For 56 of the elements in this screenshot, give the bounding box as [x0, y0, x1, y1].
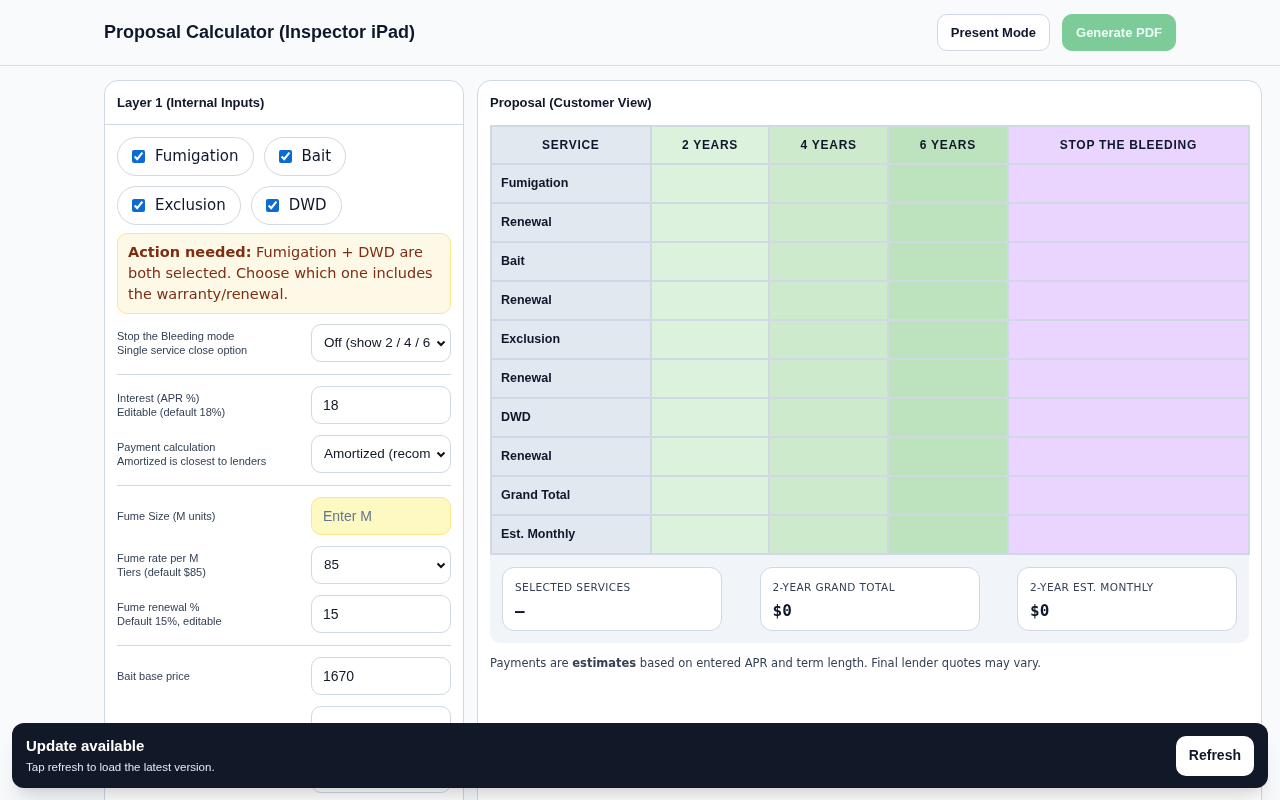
summary-label: 2-YEAR EST. MONTHLY — [1030, 580, 1155, 595]
dropdown[interactable]: 85 — [311, 546, 451, 584]
row-label: Renewal — [491, 359, 651, 398]
dropdown[interactable]: Off (show 2 / 4 / 6 — [311, 324, 451, 362]
panel-title: Layer 1 (Internal Inputs) — [117, 93, 265, 112]
column-header: 4 YEARS — [769, 126, 889, 164]
input-field[interactable]: Enter M — [311, 497, 451, 535]
summary-value: — — [515, 599, 526, 622]
dropdown[interactable]: Amortized (recom — [311, 435, 451, 473]
toast-message: Tap refresh to load the latest version. — [26, 760, 216, 776]
chevron-down-icon — [436, 338, 446, 348]
field-label: Payment calculation — [117, 440, 217, 454]
chevron-down-icon — [436, 449, 446, 459]
field-label: Bait base price — [117, 669, 191, 683]
input-field[interactable]: 1670 — [311, 657, 451, 695]
column-header: 2 YEARS — [650, 126, 770, 164]
field-hint: Default 15%, editable — [117, 614, 223, 628]
page-title: Proposal Calculator (Inspector iPad) — [104, 21, 417, 44]
field-label: Stop the Bleeding mode — [117, 329, 236, 343]
field-hint: Single service close option — [117, 343, 249, 357]
field-label: Fume rate per M — [117, 551, 200, 565]
checkbox[interactable] — [132, 150, 145, 163]
summary-value: $0 — [1030, 599, 1051, 622]
row-label: Renewal — [491, 203, 651, 242]
toast-title: Update available — [26, 735, 146, 756]
present-mode-button[interactable]: Present Mode — [936, 14, 1050, 51]
field-hint: Amortized is closest to lenders — [117, 454, 268, 468]
summary-label: SELECTED SERVICES — [515, 580, 632, 595]
field-hint: Editable (default 18%) — [117, 405, 227, 419]
row-label: Grand Total — [491, 476, 651, 515]
checkbox[interactable] — [132, 199, 145, 212]
column-header: SERVICE — [491, 126, 651, 164]
row-label: Fumigation — [491, 164, 651, 203]
field-label: Fume renewal % — [117, 600, 201, 614]
refresh-button[interactable]: Refresh — [1175, 735, 1254, 776]
row-label: Renewal — [491, 281, 651, 320]
row-label: Bait — [491, 242, 651, 281]
summary-label: 2-YEAR GRAND TOTAL — [772, 580, 896, 595]
checkbox[interactable] — [278, 150, 292, 163]
panel-title: Proposal (Customer View) — [490, 94, 652, 113]
column-header: STOP THE BLEEDING — [1007, 126, 1249, 164]
row-label: Renewal — [491, 437, 651, 476]
warning-alert: Action needed: Fumigation + DWD are both selected. Choose which one includes the warranty/renewal. — [117, 233, 451, 314]
row-label: Exclusion — [491, 320, 651, 359]
input-field[interactable]: 18 — [311, 386, 451, 424]
field-label: Interest (APR %) — [117, 391, 201, 405]
summary-value: $0 — [772, 599, 793, 622]
disclaimer-text: Payments are estimates based on entered APR and term length. Final lender quotes may vary. — [490, 655, 1042, 672]
column-header: 6 YEARS — [888, 126, 1008, 164]
row-label: DWD — [491, 398, 651, 437]
field-label: Fume Size (M units) — [117, 509, 217, 523]
row-label: Est. Monthly — [491, 515, 651, 554]
checkbox[interactable] — [265, 199, 279, 212]
field-hint: Tiers (default $85) — [117, 565, 207, 579]
chevron-down-icon — [436, 560, 446, 570]
input-field[interactable]: 15 — [311, 595, 451, 633]
